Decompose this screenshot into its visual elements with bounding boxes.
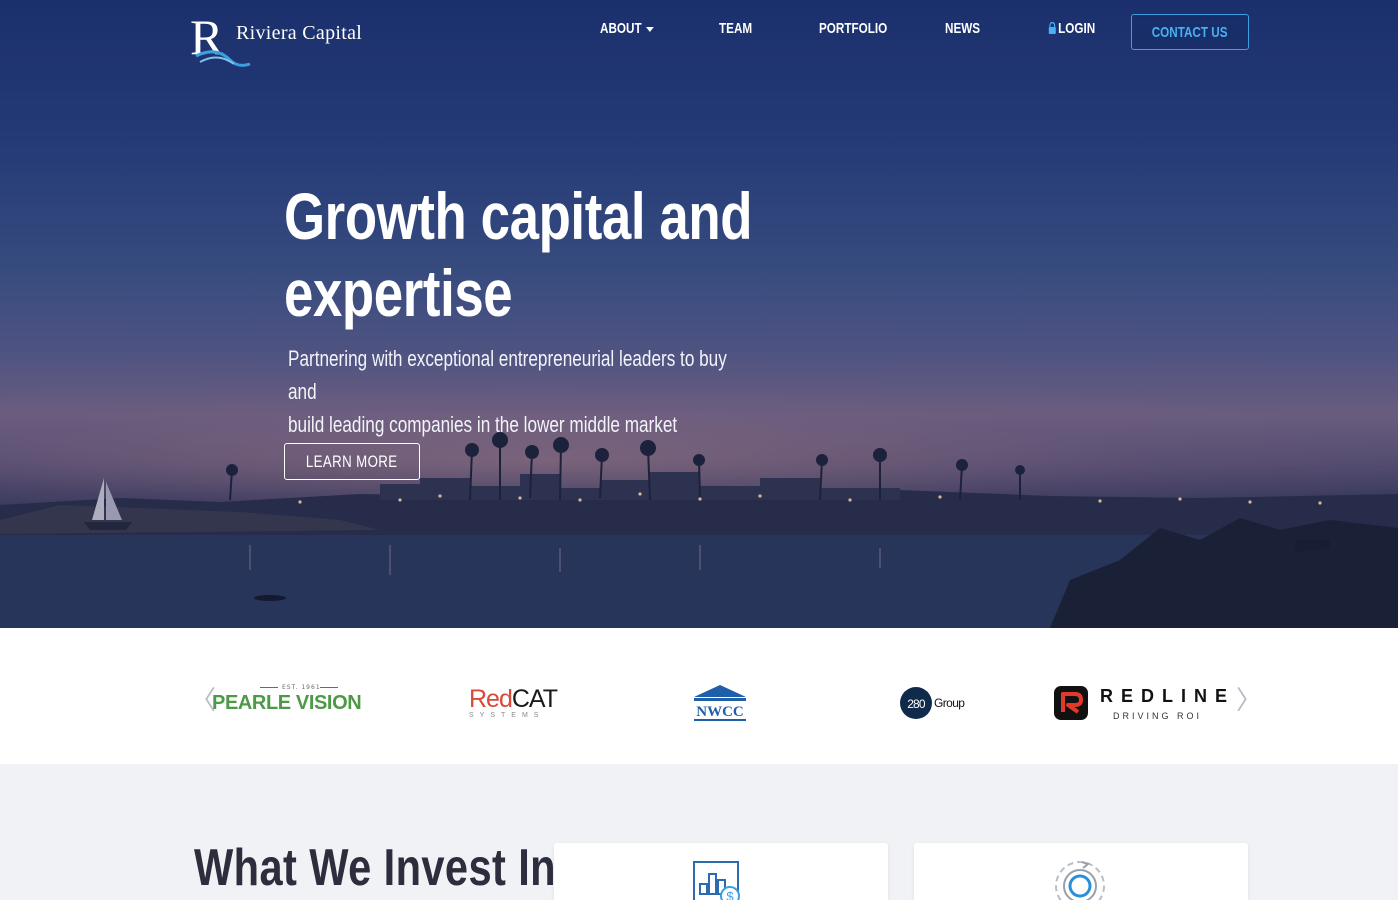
redcat-name-dark: CAT xyxy=(511,685,558,713)
pearle-name: PEARLE VISION xyxy=(212,691,362,714)
nav-team[interactable]: TEAM xyxy=(719,20,752,37)
280-group-circle-icon: 280 xyxy=(900,687,932,719)
growth-chart-dollar-icon: $ xyxy=(693,861,740,900)
invest-card-growth[interactable]: $ xyxy=(554,843,888,900)
nwcc-name: NWCC xyxy=(696,704,744,720)
divider xyxy=(320,687,338,688)
invest-section-title: What We Invest In xyxy=(194,839,556,897)
learn-more-label: LEARN MORE xyxy=(306,451,398,471)
brand-name: Riviera Capital xyxy=(236,22,363,44)
280-group-logo[interactable]: 280 Group xyxy=(900,678,965,728)
chevron-right-icon[interactable]: 〉 xyxy=(1236,688,1262,714)
lock-icon xyxy=(1048,22,1056,34)
redline-name: REDLINE xyxy=(1100,685,1236,706)
svg-text:$: $ xyxy=(726,889,734,900)
contact-us-button[interactable]: CONTACT US xyxy=(1131,14,1249,50)
divider xyxy=(260,687,278,688)
invest-card-operations[interactable] xyxy=(914,843,1248,900)
redcat-name-red: Red xyxy=(469,685,513,713)
hero-subtitle-line2: build leading companies in the lower mid… xyxy=(288,412,678,437)
280-group-mark: 280 xyxy=(907,697,926,711)
redline-tagline: DRIVING ROI xyxy=(1113,710,1203,721)
redcat-logo[interactable]: RedCAT SYSTEMS xyxy=(469,678,558,728)
chevron-down-icon xyxy=(646,26,655,32)
hero-subtitle-line1: Partnering with exceptional entrepreneur… xyxy=(288,346,727,404)
nav-login[interactable]: LOGIN xyxy=(1048,20,1095,37)
nav-news[interactable]: NEWS xyxy=(945,20,980,37)
redcat-tagline: SYSTEMS xyxy=(469,712,545,719)
hero-title: Growth capital and expertise xyxy=(284,178,780,332)
nwcc-building-icon: NWCC xyxy=(694,685,746,721)
contact-us-label: CONTACT US xyxy=(1152,23,1228,41)
280-group-name: Group xyxy=(934,696,965,710)
hero-subtitle: Partnering with exceptional entrepreneur… xyxy=(288,342,740,441)
pearle-est: EST. 1961 xyxy=(282,684,321,691)
hero-title-line2: expertise xyxy=(284,256,513,330)
nav-login-label: LOGIN xyxy=(1058,20,1096,37)
portfolio-logo-carousel: 〈 EST. 1961 PEARLE VISION RedCAT SYSTEMS… xyxy=(0,628,1398,764)
gear-cycle-icon xyxy=(1055,861,1105,900)
nav-about-label: ABOUT xyxy=(600,20,642,37)
nav-portfolio[interactable]: PORTFOLIO xyxy=(819,20,887,37)
pearle-vision-logo[interactable]: EST. 1961 PEARLE VISION xyxy=(212,678,362,728)
nwcc-logo[interactable]: NWCC xyxy=(692,678,748,728)
nav-about[interactable]: ABOUT xyxy=(600,20,655,37)
site-logo[interactable]: R Riviera Capital xyxy=(190,10,370,68)
redcat-name: RedCAT xyxy=(469,685,558,713)
redline-logo[interactable]: REDLINE DRIVING ROI xyxy=(1054,678,1235,728)
learn-more-button[interactable]: LEARN MORE xyxy=(284,443,420,480)
hero-title-line1: Growth capital and xyxy=(284,179,753,253)
redline-words: REDLINE DRIVING ROI xyxy=(1100,686,1235,721)
